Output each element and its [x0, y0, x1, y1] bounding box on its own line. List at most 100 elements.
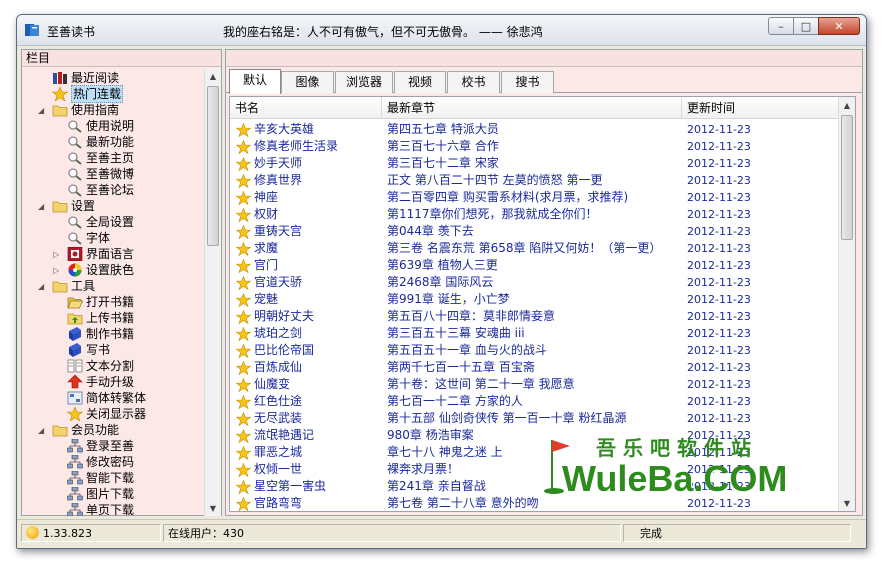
tree-item[interactable]: 简体转繁体: [67, 390, 146, 406]
expand-arrow-icon[interactable]: ▷: [53, 250, 62, 259]
tab-1[interactable]: 图像: [281, 71, 334, 93]
latest-chapter-cell[interactable]: 第五百八十四章：莫非郎情妾意: [387, 308, 682, 325]
table-row[interactable]: 红色仕途 第七百一十二章 方家的人 2012-11-23: [230, 393, 840, 410]
latest-chapter-cell[interactable]: 第五百五十一章 血与火的战斗: [387, 342, 682, 359]
tree-item[interactable]: 写书: [67, 342, 110, 358]
latest-chapter-cell[interactable]: 第七百一十二章 方家的人: [387, 393, 682, 410]
tab-4[interactable]: 校书: [447, 71, 500, 93]
latest-chapter-cell[interactable]: 第三百五十三幕 安魂曲 iii: [387, 325, 682, 342]
tree-item[interactable]: 设置: [52, 198, 95, 214]
title-bar[interactable]: 至善读书 我的座右铭是：人不可有傲气，但不可无傲骨。 —— 徐悲鸿 – □ ✕: [17, 15, 866, 46]
latest-chapter-cell[interactable]: 第三百七十二章 宋家: [387, 155, 682, 172]
book-name-cell[interactable]: 神座: [236, 189, 386, 206]
tree-item[interactable]: 单页下载: [67, 502, 134, 516]
tree-item[interactable]: 至善主页: [67, 150, 134, 166]
tree-item[interactable]: 关闭显示器: [67, 406, 146, 422]
tree-item[interactable]: 热门连载: [52, 85, 124, 103]
tree-item[interactable]: 界面语言: [67, 246, 134, 262]
latest-chapter-cell[interactable]: 第十卷：这世间 第二十一章 我愿意: [387, 376, 682, 393]
tree-item[interactable]: 最近阅读: [52, 70, 119, 86]
table-row[interactable]: 权财 第1117章你们想死，那我就成全你们！ 2012-11-23: [230, 206, 840, 223]
book-name-cell[interactable]: 求魔: [236, 240, 386, 257]
tab-0[interactable]: 默认: [229, 69, 281, 94]
tree-item[interactable]: 打开书籍: [67, 294, 134, 310]
latest-chapter-cell[interactable]: 第2468章 国际风云: [387, 274, 682, 291]
book-name-cell[interactable]: 宠魅: [236, 291, 386, 308]
table-row[interactable]: 妙手天师 第三百七十二章 宋家 2012-11-23: [230, 155, 840, 172]
latest-chapter-cell[interactable]: 第044章 羡下去: [387, 223, 682, 240]
book-name-cell[interactable]: 无尽武装: [236, 410, 386, 427]
latest-chapter-cell[interactable]: 第三卷 名震东荒 第658章 陷阱又何妨！（第一更）: [387, 240, 682, 257]
tree-item[interactable]: 全局设置: [67, 214, 134, 230]
table-row[interactable]: 琥珀之剑 第三百五十三幕 安魂曲 iii 2012-11-23: [230, 325, 840, 342]
expand-arrow-icon[interactable]: ▷: [53, 266, 62, 275]
scrollbar-thumb[interactable]: [841, 115, 853, 240]
tree-item[interactable]: 手动升级: [67, 374, 134, 390]
table-scrollbar[interactable]: ▲ ▼: [838, 97, 855, 511]
column-header-date[interactable]: 更新时间: [682, 97, 840, 119]
book-name-cell[interactable]: 红色仕途: [236, 393, 386, 410]
book-name-cell[interactable]: 官门: [236, 257, 386, 274]
tree-item[interactable]: 最新功能: [67, 134, 134, 150]
tab-3[interactable]: 视频: [394, 71, 446, 93]
latest-chapter-cell[interactable]: 第991章 诞生，小亡梦: [387, 291, 682, 308]
book-name-cell[interactable]: 官道天骄: [236, 274, 386, 291]
latest-chapter-cell[interactable]: 第两千七百一十五章 百宝斋: [387, 359, 682, 376]
table-row[interactable]: 宠魅 第991章 诞生，小亡梦 2012-11-23: [230, 291, 840, 308]
maximize-button[interactable]: □: [793, 17, 819, 35]
latest-chapter-cell[interactable]: 第639章 植物人三更: [387, 257, 682, 274]
book-name-cell[interactable]: 妙手天师: [236, 155, 386, 172]
tree-item[interactable]: 图片下载: [67, 486, 134, 502]
table-row[interactable]: 明朝好丈夫 第五百八十四章：莫非郎情妾意 2012-11-23: [230, 308, 840, 325]
tree-scrollbar[interactable]: ▲ ▼: [204, 68, 221, 516]
book-name-cell[interactable]: 官路弯弯: [236, 495, 386, 511]
collapse-arrow-icon[interactable]: ◢: [38, 106, 47, 115]
table-row[interactable]: 重铸天宫 第044章 羡下去 2012-11-23: [230, 223, 840, 240]
book-name-cell[interactable]: 巴比伦帝国: [236, 342, 386, 359]
tree-item[interactable]: 使用指南: [52, 102, 119, 118]
book-name-cell[interactable]: 权倾一世: [236, 461, 386, 478]
tree-item[interactable]: 设置肤色: [67, 262, 134, 278]
latest-chapter-cell[interactable]: 第十五部 仙剑奇侠传 第一百一十章 粉红晶源: [387, 410, 682, 427]
tab-5[interactable]: 搜书: [501, 71, 554, 93]
collapse-arrow-icon[interactable]: ◢: [38, 426, 47, 435]
tree-item[interactable]: 智能下载: [67, 470, 134, 486]
tree-item[interactable]: 修改密码: [67, 454, 134, 470]
tree-item[interactable]: 文本分割: [67, 358, 134, 374]
table-row[interactable]: 修真老师生活录 第三百七十六章 合作 2012-11-23: [230, 138, 840, 155]
scrollbar-thumb[interactable]: [207, 86, 219, 246]
collapse-arrow-icon[interactable]: ◢: [38, 202, 47, 211]
table-row[interactable]: 仙魔变 第十卷：这世间 第二十一章 我愿意 2012-11-23: [230, 376, 840, 393]
latest-chapter-cell[interactable]: 第四五七章 特派大员: [387, 121, 682, 138]
tree-item[interactable]: 工具: [52, 278, 95, 294]
table-row[interactable]: 修真世界 正文 第八百二十四节 左莫的愤怒 第一更 2012-11-23: [230, 172, 840, 189]
book-name-cell[interactable]: 权财: [236, 206, 386, 223]
table-row[interactable]: 官门 第639章 植物人三更 2012-11-23: [230, 257, 840, 274]
scroll-up-icon[interactable]: ▲: [205, 68, 221, 84]
tree-item[interactable]: 会员功能: [52, 422, 119, 438]
latest-chapter-cell[interactable]: 正文 第八百二十四节 左莫的愤怒 第一更: [387, 172, 682, 189]
column-header-name[interactable]: 书名: [230, 97, 382, 119]
tree-item[interactable]: 字体: [67, 230, 110, 246]
book-name-cell[interactable]: 修真世界: [236, 172, 386, 189]
tree-item[interactable]: 登录至善: [67, 438, 134, 454]
scroll-up-icon[interactable]: ▲: [839, 97, 855, 113]
latest-chapter-cell[interactable]: 第三百七十六章 合作: [387, 138, 682, 155]
tab-2[interactable]: 浏览器: [335, 71, 393, 93]
scroll-down-icon[interactable]: ▼: [839, 495, 855, 511]
table-row[interactable]: 官道天骄 第2468章 国际风云 2012-11-23: [230, 274, 840, 291]
collapse-arrow-icon[interactable]: ◢: [38, 282, 47, 291]
book-name-cell[interactable]: 星空第一害虫: [236, 478, 386, 495]
minimize-button[interactable]: –: [768, 17, 794, 35]
tree-item[interactable]: 至善微博: [67, 166, 134, 182]
table-row[interactable]: 巴比伦帝国 第五百五十一章 血与火的战斗 2012-11-23: [230, 342, 840, 359]
column-header-chapter[interactable]: 最新章节: [382, 97, 682, 119]
book-name-cell[interactable]: 百炼成仙: [236, 359, 386, 376]
table-row[interactable]: 神座 第二百零四章 购买雷系材料(求月票，求推荐) 2012-11-23: [230, 189, 840, 206]
book-name-cell[interactable]: 琥珀之剑: [236, 325, 386, 342]
latest-chapter-cell[interactable]: 第二百零四章 购买雷系材料(求月票，求推荐): [387, 189, 682, 206]
tree-item[interactable]: 制作书籍: [67, 326, 134, 342]
book-name-cell[interactable]: 流氓艳遇记: [236, 427, 386, 444]
scroll-down-icon[interactable]: ▼: [205, 500, 221, 516]
book-name-cell[interactable]: 仙魔变: [236, 376, 386, 393]
